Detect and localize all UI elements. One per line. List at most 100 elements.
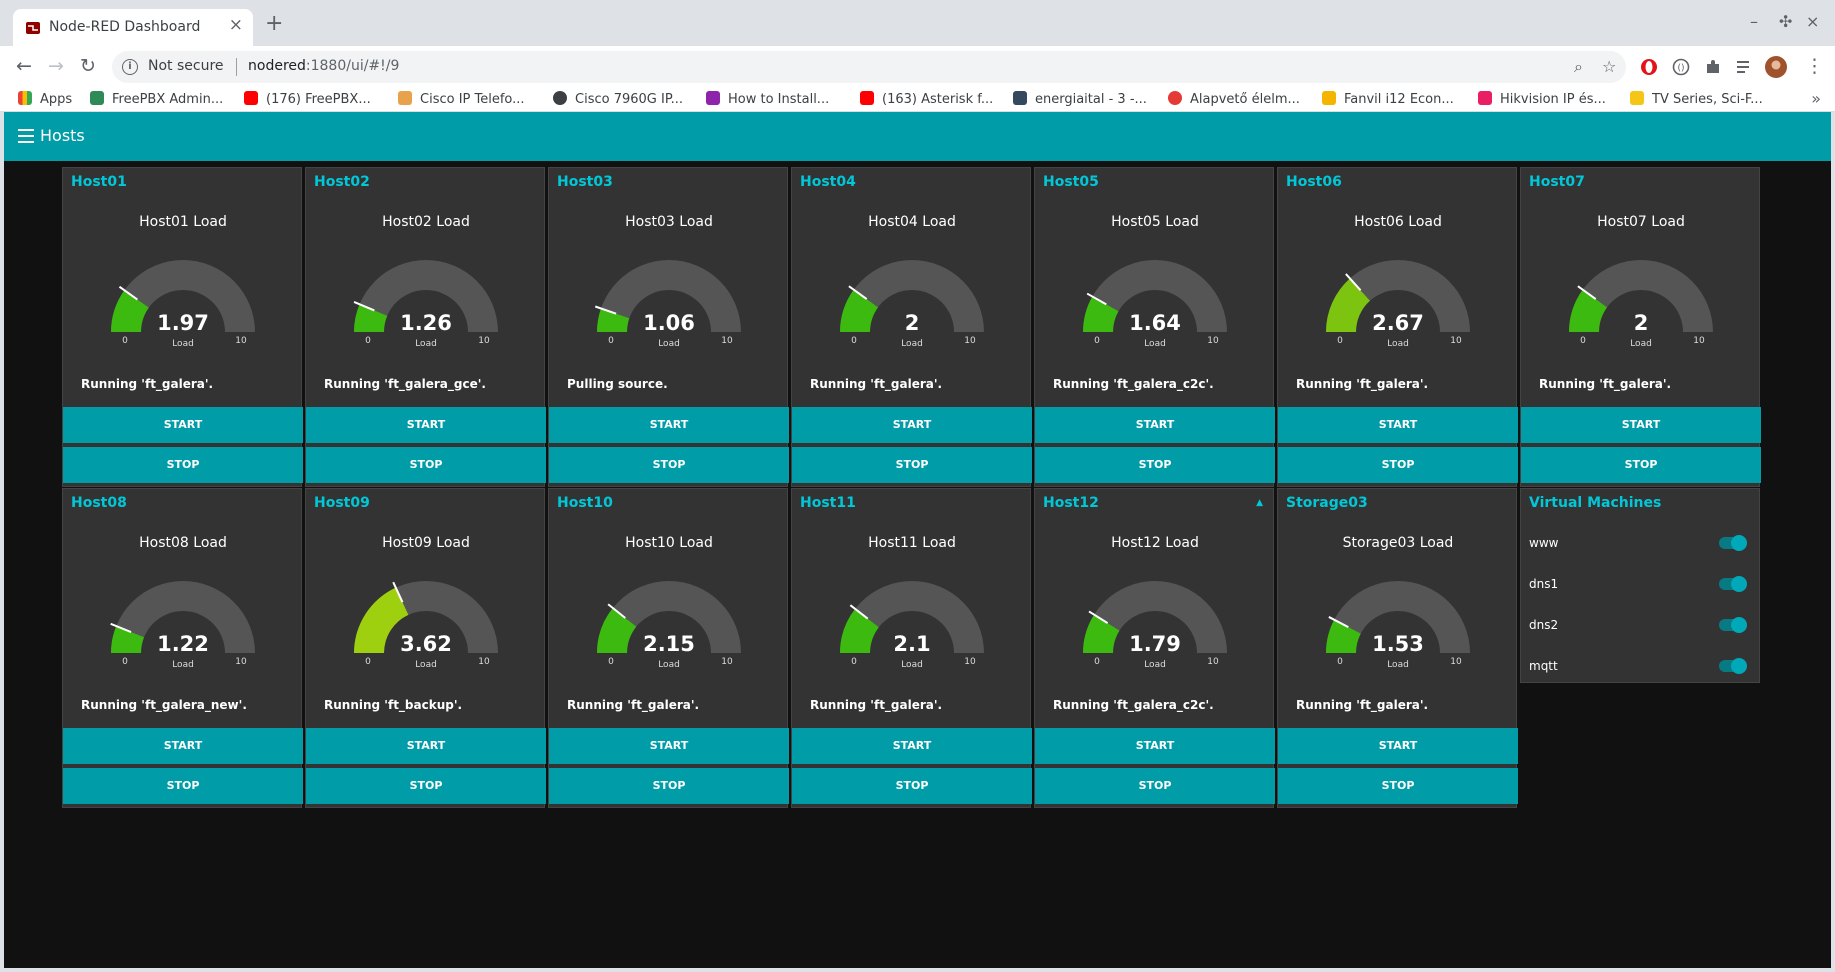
gauge-units: Load <box>172 660 194 670</box>
bookmark-label: Cisco 7960G IP... <box>575 92 684 107</box>
bookmark-cisco-ip-telefon[interactable]: Cisco IP Telefo... <box>398 91 525 107</box>
gauge-units: Load <box>1144 660 1166 670</box>
start-button[interactable]: START <box>1035 407 1275 443</box>
vm-toggle-switch[interactable] <box>1719 658 1747 674</box>
start-button[interactable]: START <box>306 728 546 764</box>
bookmark-label: energiaital - 3 -... <box>1035 92 1147 107</box>
host-card: Host04 Host04 Load 2 Load 0 10 Running '… <box>791 167 1032 487</box>
vm-toggle-switch[interactable] <box>1719 576 1747 592</box>
host-title: Host05 <box>1043 174 1099 190</box>
stop-button[interactable]: STOP <box>549 768 789 804</box>
stop-button[interactable]: STOP <box>1521 447 1761 483</box>
media-control-icon[interactable] <box>1735 58 1753 76</box>
close-window-icon[interactable]: × <box>1806 12 1819 31</box>
host-title: Host11 <box>800 495 856 511</box>
host-card: Host01 Host01 Load 1.97 Load 0 10 Runnin… <box>62 167 303 487</box>
bookmark-cisco-7960g[interactable]: Cisco 7960G IP... <box>553 91 683 107</box>
gauge-max: 10 <box>478 657 490 667</box>
browser-tab[interactable]: Node-RED Dashboard × <box>13 9 253 46</box>
more-menu-icon[interactable]: ⋮ <box>1805 55 1824 77</box>
host-title: Host10 <box>557 495 613 511</box>
zoom-icon[interactable]: ⌕ <box>1574 57 1583 77</box>
bookmark-youtube-freepbx[interactable]: (176) FreePBX... <box>244 91 371 107</box>
gauge-max: 10 <box>235 336 247 346</box>
load-gauge: 1.53 Load 0 10 <box>1326 581 1470 670</box>
apps-grid-icon <box>18 91 32 105</box>
bookmark-tv-series[interactable]: TV Series, Sci-F... <box>1630 91 1763 107</box>
toggle-knob <box>1731 658 1747 674</box>
host-card: Host07 Host07 Load 2 Load 0 10 Running '… <box>1520 167 1761 487</box>
stop-button[interactable]: STOP <box>1035 447 1275 483</box>
start-button[interactable]: START <box>549 728 789 764</box>
stop-button[interactable]: STOP <box>1035 768 1275 804</box>
stop-button[interactable]: STOP <box>549 447 789 483</box>
start-button[interactable]: START <box>1035 728 1275 764</box>
gauge-min: 0 <box>851 657 857 667</box>
url-text[interactable]: nodered:1880/ui/#!/9 <box>248 58 399 74</box>
start-button[interactable]: START <box>792 728 1032 764</box>
bookmark-star-icon[interactable]: ☆ <box>1602 57 1616 76</box>
maximize-icon[interactable]: ✣ <box>1779 12 1792 31</box>
hamburger-menu-icon[interactable] <box>18 129 34 143</box>
new-tab-icon[interactable]: + <box>265 11 283 36</box>
stop-button[interactable]: STOP <box>63 447 303 483</box>
virtual-machines-card: Virtual Machines www dns1 dns2 mqtt <box>1520 488 1760 683</box>
minimize-icon[interactable]: – <box>1750 12 1758 31</box>
profile-avatar[interactable] <box>1765 56 1787 78</box>
start-button[interactable]: START <box>792 407 1032 443</box>
stop-button[interactable]: STOP <box>792 768 1032 804</box>
gauge-min: 0 <box>1580 336 1586 346</box>
host-title: Host02 <box>314 174 370 190</box>
bookmark-energiaital[interactable]: energiaital - 3 -... <box>1013 91 1147 107</box>
start-button[interactable]: START <box>306 407 546 443</box>
forward-icon[interactable]: → <box>48 55 64 77</box>
extension-icon[interactable]: () <box>1672 58 1690 76</box>
vm-toggle-switch[interactable] <box>1719 535 1747 551</box>
bookmark-fanvil[interactable]: Fanvil i12 Econ... <box>1322 91 1454 107</box>
stop-button[interactable]: STOP <box>306 768 546 804</box>
bookmark-apps[interactable]: Apps <box>18 91 72 107</box>
bookmarks-overflow-icon[interactable]: » <box>1811 89 1821 108</box>
start-button[interactable]: START <box>1278 728 1518 764</box>
start-button[interactable]: START <box>549 407 789 443</box>
host-card: Storage03 Storage03 Load 1.53 Load 0 10 … <box>1277 488 1518 808</box>
status-text: Running 'ft_backup'. <box>324 698 463 712</box>
gauge-units: Load <box>1144 339 1166 349</box>
stop-button[interactable]: STOP <box>792 447 1032 483</box>
stop-button[interactable]: STOP <box>1278 447 1518 483</box>
load-gauge: 2 Load 0 10 <box>1569 260 1713 349</box>
bookmark-hikvision[interactable]: Hikvision IP és... <box>1478 91 1606 107</box>
vm-toggle-switch[interactable] <box>1719 617 1747 633</box>
vm-group-title: Virtual Machines <box>1529 495 1662 511</box>
collapse-icon[interactable]: ▲ <box>1256 498 1263 508</box>
load-gauge: 1.79 Load 0 10 <box>1083 581 1227 670</box>
bookmark-youtube-asterisk[interactable]: (163) Asterisk f... <box>860 91 993 107</box>
host-title: Host01 <box>71 174 127 190</box>
start-button[interactable]: START <box>63 407 303 443</box>
bookmark-alapveto[interactable]: Alapvető élelm... <box>1168 91 1300 107</box>
bookmark-how-to-install[interactable]: How to Install... <box>706 91 829 107</box>
bookmark-freepbx-admin[interactable]: FreePBX Admin... <box>90 91 223 107</box>
stop-button[interactable]: STOP <box>63 768 303 804</box>
security-label[interactable]: Not secure <box>148 58 224 74</box>
address-bar[interactable]: i Not secure nodered:1880/ui/#!/9 ⌕ ☆ <box>112 51 1626 83</box>
status-text: Pulling source. <box>567 377 668 391</box>
gauge-units: Load <box>1630 339 1652 349</box>
gauge-label: Host06 Load <box>1354 214 1442 230</box>
gauge-units: Load <box>1387 660 1409 670</box>
opera-extension-icon[interactable] <box>1640 58 1658 76</box>
tab-close-icon[interactable]: × <box>229 15 243 35</box>
host-title: Host12 <box>1043 495 1099 511</box>
node-red-icon <box>26 22 40 34</box>
stop-button[interactable]: STOP <box>1278 768 1518 804</box>
start-button[interactable]: START <box>63 728 303 764</box>
back-icon[interactable]: ← <box>16 55 32 77</box>
info-icon[interactable]: i <box>122 59 138 75</box>
start-button[interactable]: START <box>1278 407 1518 443</box>
stop-button[interactable]: STOP <box>306 447 546 483</box>
start-button[interactable]: START <box>1521 407 1761 443</box>
vm-label: dns2 <box>1529 618 1559 632</box>
gauge-label: Host10 Load <box>625 535 713 551</box>
puzzle-icon[interactable] <box>1704 58 1722 76</box>
reload-icon[interactable]: ↻ <box>80 55 96 77</box>
